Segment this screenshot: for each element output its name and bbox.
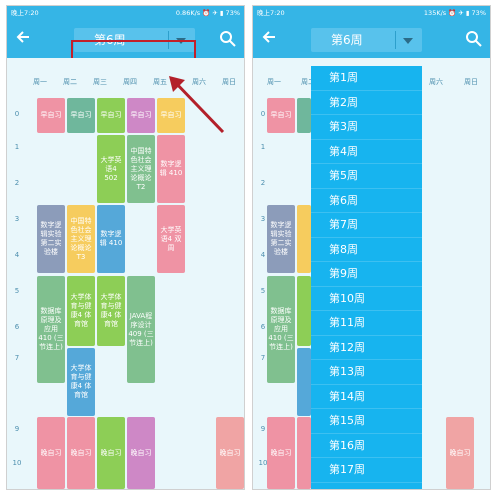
course-cell[interactable] bbox=[297, 276, 311, 346]
dropdown-item[interactable]: 第16周 bbox=[311, 434, 422, 458]
course-cell[interactable]: 大学体育与健康4 体育馆 bbox=[67, 348, 95, 416]
course-cell[interactable]: 中国特色社会主义理论概论 T3 bbox=[67, 205, 95, 273]
dropdown-item[interactable]: 第10周 bbox=[311, 287, 422, 311]
course-cell[interactable] bbox=[297, 348, 311, 416]
day-wed: 周三 bbox=[93, 78, 107, 86]
course-cell[interactable]: 晚自习 bbox=[267, 417, 295, 489]
week-dropdown-list[interactable]: 第1周 第2周 第3周 第4周 第5周 第6周 第7周 第8周 第9周 第10周… bbox=[311, 66, 422, 489]
course-cell[interactable]: 晚自习 bbox=[446, 417, 474, 489]
course-cell[interactable] bbox=[297, 98, 311, 133]
dropdown-item[interactable]: 第6周 bbox=[311, 189, 422, 213]
period-3: 3 bbox=[14, 215, 20, 223]
period-5: 5 bbox=[14, 287, 20, 295]
app-bar: 第6周 bbox=[253, 21, 490, 58]
dropdown-item[interactable]: 第9周 bbox=[311, 262, 422, 287]
dropdown-item[interactable]: 第15周 bbox=[311, 409, 422, 434]
dropdown-item[interactable]: 第4周 bbox=[311, 140, 422, 164]
course-cell[interactable]: 晚自习 bbox=[216, 417, 244, 489]
course-cell[interactable]: 大学体育与健康4 体育馆 bbox=[97, 276, 125, 346]
period-1: 1 bbox=[14, 143, 20, 151]
period-2: 2 bbox=[260, 179, 266, 187]
course-cell[interactable]: 大学英语4 双周 bbox=[157, 205, 185, 273]
search-icon[interactable] bbox=[464, 29, 484, 49]
period-0: 0 bbox=[14, 110, 20, 118]
dropdown-item[interactable]: 第17周 bbox=[311, 458, 422, 483]
day-sat: 周六 bbox=[429, 78, 443, 86]
course-cell[interactable]: 数据库原理及应用 410 (三节连上) bbox=[267, 276, 295, 383]
dropdown-item[interactable]: 第3周 bbox=[311, 115, 422, 140]
course-cell[interactable]: 中国特色社会主义理论概论 T2 bbox=[127, 135, 155, 203]
period-4: 4 bbox=[14, 251, 20, 259]
status-indicators: 0.86K/s ⏰ ✈ ▮ 73% bbox=[175, 9, 240, 17]
period-7: 7 bbox=[14, 354, 20, 362]
back-arrow-icon[interactable] bbox=[259, 29, 279, 49]
status-bar: 晚上7:20 135K/s ⏰ ✈ ▮ 73% bbox=[253, 6, 490, 21]
status-bar: 晚上7:20 0.86K/s ⏰ ✈ ▮ 73% bbox=[7, 6, 244, 21]
dropdown-item[interactable]: 第7周 bbox=[311, 213, 422, 238]
course-cell[interactable]: 晚自习 bbox=[67, 417, 95, 489]
annotation-arrow-icon bbox=[169, 76, 225, 134]
course-cell[interactable]: 数字逻辑 410 bbox=[157, 135, 185, 203]
screen-right: 晚上7:20 135K/s ⏰ ✈ ▮ 73% 第6周 周一 周二 周六 周日 … bbox=[252, 5, 491, 490]
week-selector-value: 第6周 bbox=[331, 33, 363, 47]
course-cell[interactable]: 晚自习 bbox=[97, 417, 125, 489]
course-cell[interactable]: 数字逻辑实验 第二实验楼 bbox=[37, 205, 65, 273]
dropdown-item[interactable]: 第11周 bbox=[311, 311, 422, 336]
period-1: 1 bbox=[260, 143, 266, 151]
course-cell[interactable]: 晚自习 bbox=[127, 417, 155, 489]
week-selector[interactable]: 第6周 bbox=[311, 28, 422, 52]
course-cell[interactable]: 早自习 bbox=[127, 98, 155, 133]
search-icon[interactable] bbox=[218, 29, 238, 49]
dropdown-item[interactable]: 第8周 bbox=[311, 238, 422, 262]
course-cell[interactable]: 数据库原理及应用 410 (三节连上) bbox=[37, 276, 65, 383]
day-mon: 周一 bbox=[267, 78, 281, 86]
day-sun: 周日 bbox=[464, 78, 478, 86]
screen-left: 晚上7:20 0.86K/s ⏰ ✈ ▮ 73% 第6周 周一 周二 周三 周四… bbox=[6, 5, 245, 490]
course-cell[interactable]: 早自习 bbox=[267, 98, 295, 133]
back-arrow-icon[interactable] bbox=[13, 29, 33, 49]
period-2: 2 bbox=[14, 179, 20, 187]
dropdown-item[interactable]: 第5周 bbox=[311, 164, 422, 189]
period-10: 10 bbox=[12, 459, 22, 467]
course-cell[interactable]: 数字逻辑实验 第二实验楼 bbox=[267, 205, 295, 273]
course-cell[interactable] bbox=[297, 205, 311, 273]
course-cell[interactable]: 早自习 bbox=[67, 98, 95, 133]
dropdown-arrow-icon[interactable] bbox=[403, 38, 413, 44]
course-cell[interactable]: 大学体育与健康4 体育馆 bbox=[67, 276, 95, 346]
course-cell[interactable]: 大学英语4 502 bbox=[97, 135, 125, 203]
course-cell[interactable] bbox=[297, 417, 311, 489]
status-indicators: 135K/s ⏰ ✈ ▮ 73% bbox=[423, 9, 486, 17]
dropdown-item[interactable]: 第14周 bbox=[311, 385, 422, 409]
period-9: 9 bbox=[14, 425, 20, 433]
dropdown-item[interactable]: 第12周 bbox=[311, 336, 422, 360]
dropdown-item[interactable]: 第1周 bbox=[311, 66, 422, 91]
status-time: 晚上7:20 bbox=[257, 9, 285, 17]
course-cell[interactable]: JAVA程序设计 409 (三节连上) bbox=[127, 276, 155, 383]
status-time: 晚上7:20 bbox=[11, 9, 39, 17]
period-6: 6 bbox=[14, 323, 20, 331]
day-thu: 周四 bbox=[123, 78, 137, 86]
course-cell[interactable]: 早自习 bbox=[97, 98, 125, 133]
course-cell[interactable]: 早自习 bbox=[37, 98, 65, 133]
dropdown-item[interactable]: 第13周 bbox=[311, 360, 422, 385]
day-tue: 周二 bbox=[63, 78, 77, 86]
day-mon: 周一 bbox=[33, 78, 47, 86]
course-cell[interactable]: 晚自习 bbox=[37, 417, 65, 489]
dropdown-item[interactable]: 第2周 bbox=[311, 91, 422, 115]
week-selector-divider bbox=[395, 31, 396, 49]
course-cell[interactable]: 数字逻辑 410 bbox=[97, 205, 125, 273]
